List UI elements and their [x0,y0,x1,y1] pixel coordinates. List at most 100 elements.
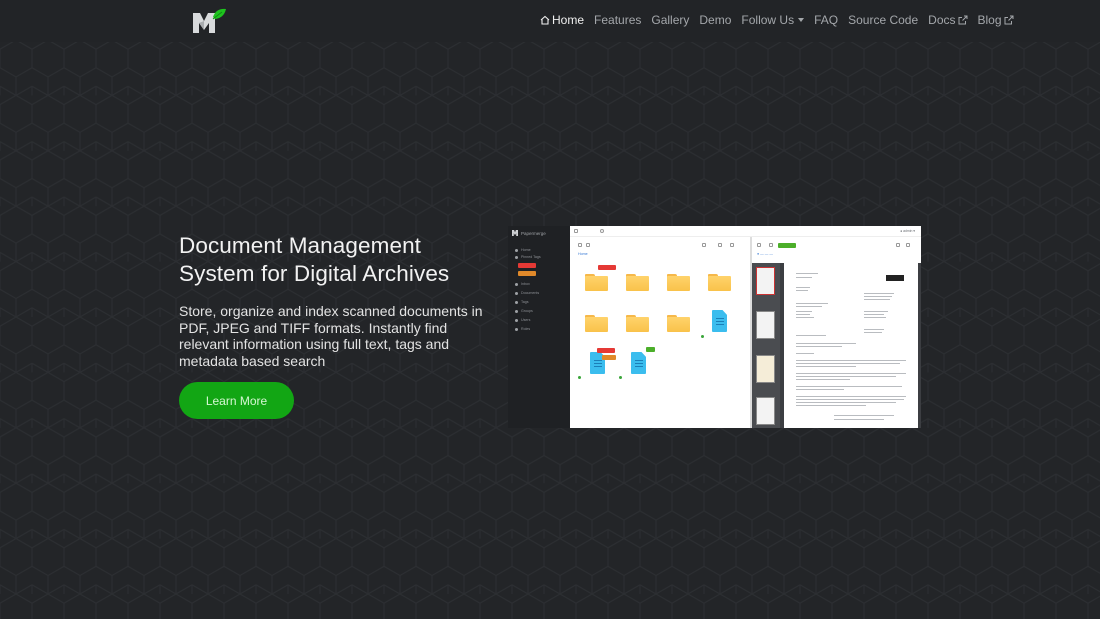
groups-icon [515,309,518,313]
document-text-line [864,317,886,318]
view-mode-icon [702,243,706,247]
learn-more-button[interactable]: Learn More [179,382,294,419]
preview-tag-orange [602,355,616,360]
page-thumbnail [756,355,775,383]
new-folder-icon [586,243,590,247]
document-text-line [796,277,812,278]
preview-logo-icon [512,230,518,236]
nav-gallery-label: Gallery [651,13,690,27]
home-icon [540,15,550,25]
nav-features[interactable]: Features [594,13,641,27]
nav-home[interactable]: Home [540,13,584,27]
nav-docs[interactable]: Docs [928,13,967,27]
nav-gallery[interactable]: Gallery [651,13,689,27]
preview-breadcrumb: Home [578,252,588,256]
nav-follow-us-dropdown[interactable]: Follow Us [741,13,805,27]
document-text-line [796,311,812,312]
app-screenshot-preview: Papermerge Home Pinned Tags Inbox Docume… [508,226,921,428]
preview-sidebar-item: Documents [515,291,539,295]
menu-icon [574,229,578,233]
roles-icon [515,327,518,331]
preview-sidebar-label: Documents [521,291,540,295]
top-navbar: Home Features Gallery Demo Follow Us FAQ… [0,0,1100,42]
preview-sidebar-label: Tags [521,300,529,304]
document-text-line [796,405,866,406]
preview-brand: Papermerge [512,230,546,236]
preview-sidebar-item: Pinned Tags [515,255,541,259]
document-text-line [864,296,892,297]
nav-features-label: Features [594,13,642,27]
edit-icon [769,243,773,247]
preview-folder [667,274,690,291]
home-icon [515,248,518,252]
nav-faq[interactable]: FAQ [814,13,838,27]
document-text-line [796,373,906,374]
document-text-line [796,399,904,400]
refresh-icon [730,243,734,247]
page-thumbnail [756,311,775,339]
document-text-line [796,303,828,304]
preview-thumbnails [752,263,780,428]
document-text-line [796,314,810,315]
upload-icon [578,243,582,247]
papermerge-logo[interactable] [192,7,228,35]
preview-document [631,352,646,374]
document-text-line [796,346,842,347]
hero-section: Document Management System for Digital A… [179,232,499,419]
tags-icon [515,300,518,304]
document-text-line [796,306,822,307]
preview-user-menu: ● admin ▾ [900,229,915,233]
document-text-line [796,402,896,403]
preview-folder-pane: Home [570,237,752,428]
inbox-icon [515,282,518,286]
preview-sidebar-item: Groups [515,309,533,313]
nav-source-code[interactable]: Source Code [848,13,918,27]
preview-tag-red [598,265,616,270]
document-text-line [796,353,814,354]
preview-sidebar-item: Roles [515,327,530,331]
preview-viewer-breadcrumb: ● ― ― ― [757,252,773,256]
viewer-scrollbar[interactable] [918,263,921,428]
document-text-line [864,329,884,330]
page-thumbnail [756,397,775,425]
document-text-line [864,299,890,300]
document-text-line [834,415,894,416]
ocr-status-dot [701,335,704,338]
preview-folder [708,274,731,291]
nav-home-label: Home [552,13,585,27]
preview-document-viewer: ● ― ― ― [752,237,921,428]
preview-user-label: admin [903,229,913,233]
nav-follow-us-label: Follow Us [741,13,795,27]
nav-demo[interactable]: Demo [699,13,731,27]
preview-sidebar-label: Users [521,318,531,322]
hero-title-line-1: Document Management [179,233,422,258]
nav-blog[interactable]: Blog [978,13,1014,27]
nav-demo-label: Demo [699,13,732,27]
preview-folder [585,315,608,332]
document-text-line [796,366,856,367]
preview-document-page [784,263,918,428]
close-icon [906,243,910,247]
hero-title: Document Management System for Digital A… [179,232,499,288]
preview-sidebar-label: Roles [521,327,531,331]
preview-pinned-tag-red [518,263,536,268]
documents-icon [515,291,518,295]
document-text-line [796,386,902,387]
document-text-line [796,396,906,397]
preview-sidebar-item: Users [515,318,530,322]
document-text-line [796,363,900,364]
search-icon [600,229,604,233]
document-text-line [864,314,884,315]
preview-topbar: ● admin ▾ [570,226,921,237]
nav-source-code-label: Source Code [848,13,919,27]
users-icon [515,318,518,322]
nav-docs-label: Docs [928,13,956,27]
hero-description: Store, organize and index scanned docume… [179,303,483,369]
document-text-line [796,290,808,291]
preview-sidebar-label: Pinned Tags [521,255,541,259]
preview-folder [667,315,690,332]
preview-sidebar-label: Home [521,248,531,252]
preview-main: ● admin ▾ Home ● ― ― ― [570,226,921,428]
preview-sidebar-label: Inbox [521,282,530,286]
preview-sidebar-item: Inbox [515,282,530,286]
